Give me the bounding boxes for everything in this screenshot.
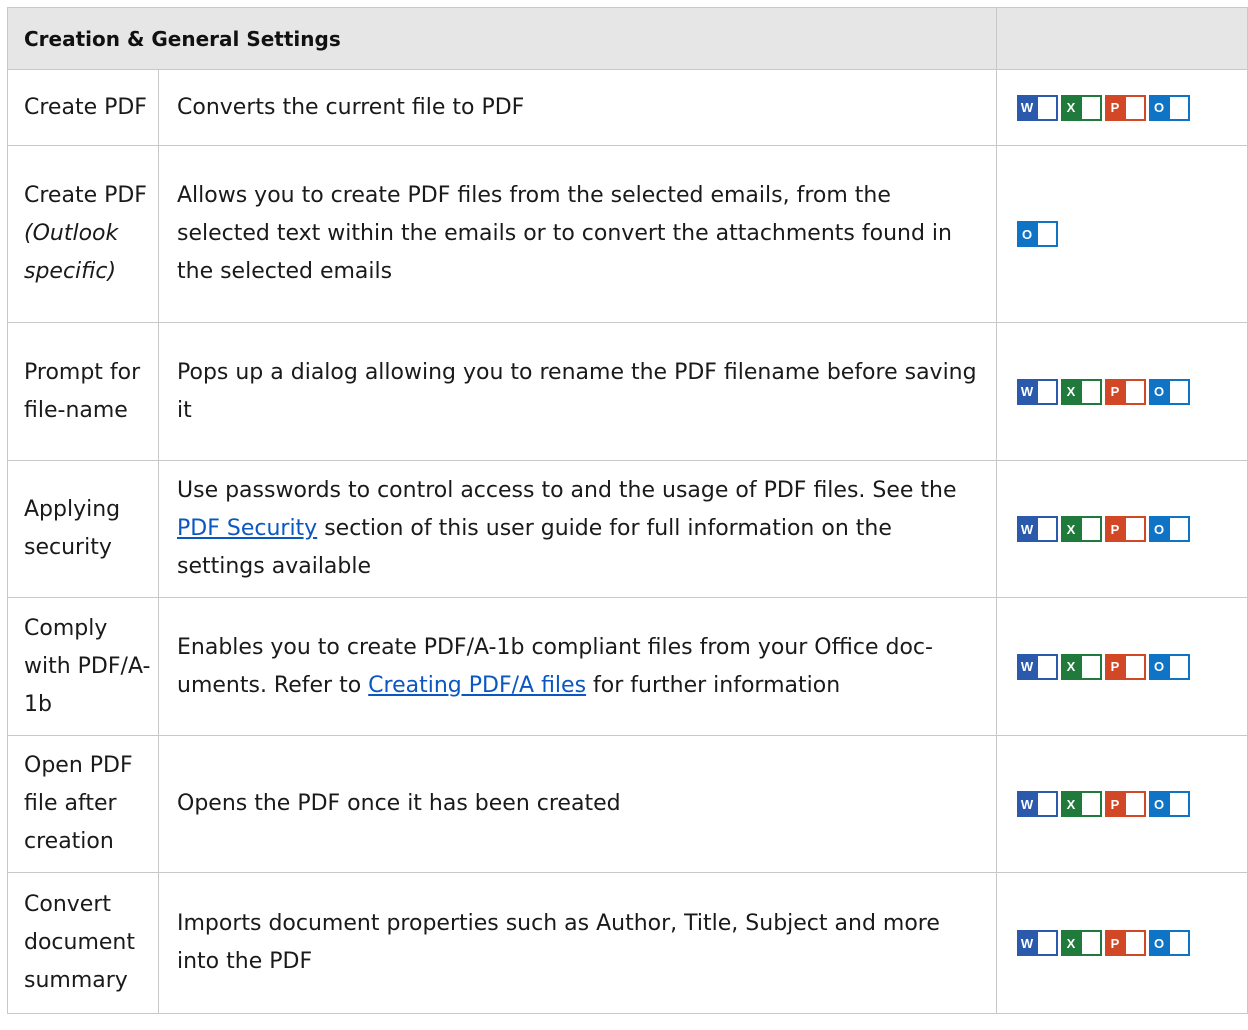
outlook-icon: O (1149, 516, 1190, 542)
table-row: Applying security Use passwords to contr… (7, 460, 1248, 598)
app-icons: W X P O (996, 735, 1248, 873)
table-row: Open PDF file after creation Opens the P… (7, 735, 1248, 873)
table-row: Prompt for file-name Pops up a dialog al… (7, 322, 1248, 461)
header-empty-cell (996, 7, 1248, 70)
powerpoint-icon: P (1105, 930, 1146, 956)
app-icons: O (996, 145, 1248, 323)
table-row: Create PDF Converts the current file to … (7, 69, 1248, 146)
setting-name: Open PDF file after creation (7, 735, 159, 873)
pdf-security-link[interactable]: PDF Security (177, 516, 317, 541)
outlook-icon: O (1149, 791, 1190, 817)
powerpoint-icon: P (1105, 791, 1146, 817)
section-title: Creation & General Settings (7, 7, 997, 70)
setting-description: Pops up a dialog allowing you to rename … (158, 322, 997, 461)
app-icons: W X P O (996, 460, 1248, 598)
outlook-icon: O (1149, 378, 1190, 405)
table-row: Comply with PDF/A-1b Enables you to crea… (7, 597, 1248, 736)
setting-name-note: (Outlook specific) (24, 221, 119, 284)
table-header-row: Creation & General Settings (7, 7, 1248, 70)
outlook-icon: O (1017, 221, 1058, 247)
desc-text: for further information (586, 672, 841, 698)
table-row: Create PDF (Outlook specific) Allows you… (7, 145, 1248, 323)
word-icon: W (1017, 94, 1058, 121)
powerpoint-icon: P (1105, 378, 1146, 405)
word-icon: W (1017, 653, 1058, 680)
setting-name: Comply with PDF/A-1b (7, 597, 159, 736)
excel-icon: X (1061, 791, 1102, 817)
outlook-icon: O (1149, 94, 1190, 121)
word-icon: W (1017, 930, 1058, 956)
outlook-icon: O (1149, 930, 1190, 956)
settings-table: Creation & General Settings Create PDF C… (7, 7, 1248, 1014)
word-icon: W (1017, 791, 1058, 817)
setting-name-text: Create PDF (24, 183, 147, 208)
app-icons: W X P O (996, 872, 1248, 1014)
excel-icon: X (1061, 930, 1102, 956)
word-icon: W (1017, 516, 1058, 542)
setting-description: Opens the PDF once it has been created (158, 735, 997, 873)
setting-name: Create PDF (Outlook specific) (7, 145, 159, 323)
excel-icon: X (1061, 653, 1102, 680)
setting-description: Allows you to create PDF files from the … (158, 145, 997, 323)
excel-icon: X (1061, 378, 1102, 405)
excel-icon: X (1061, 516, 1102, 542)
setting-description: Imports document properties such as Auth… (158, 872, 997, 1014)
app-icons: W X P O (996, 322, 1248, 461)
setting-description: Use passwords to control access to and t… (158, 460, 997, 598)
setting-name: Prompt for file-name (7, 322, 159, 461)
setting-name: Convert document summary (7, 872, 159, 1014)
excel-icon: X (1061, 94, 1102, 121)
powerpoint-icon: P (1105, 516, 1146, 542)
app-icons: W X P O (996, 69, 1248, 146)
creating-pdfa-link[interactable]: Creating PDF/A files (368, 673, 586, 698)
word-icon: W (1017, 378, 1058, 405)
setting-description: Enables you to create PDF/A-1b compliant… (158, 597, 997, 736)
outlook-icon: O (1149, 653, 1190, 680)
setting-name: Applying security (7, 460, 159, 598)
powerpoint-icon: P (1105, 653, 1146, 680)
setting-name: Create PDF (7, 69, 159, 146)
powerpoint-icon: P (1105, 94, 1146, 121)
setting-description: Converts the current file to PDF (158, 69, 997, 146)
table-row: Convert document summary Imports documen… (7, 872, 1248, 1014)
app-icons: W X P O (996, 597, 1248, 736)
desc-text: Use passwords to control access to and t… (177, 478, 957, 503)
